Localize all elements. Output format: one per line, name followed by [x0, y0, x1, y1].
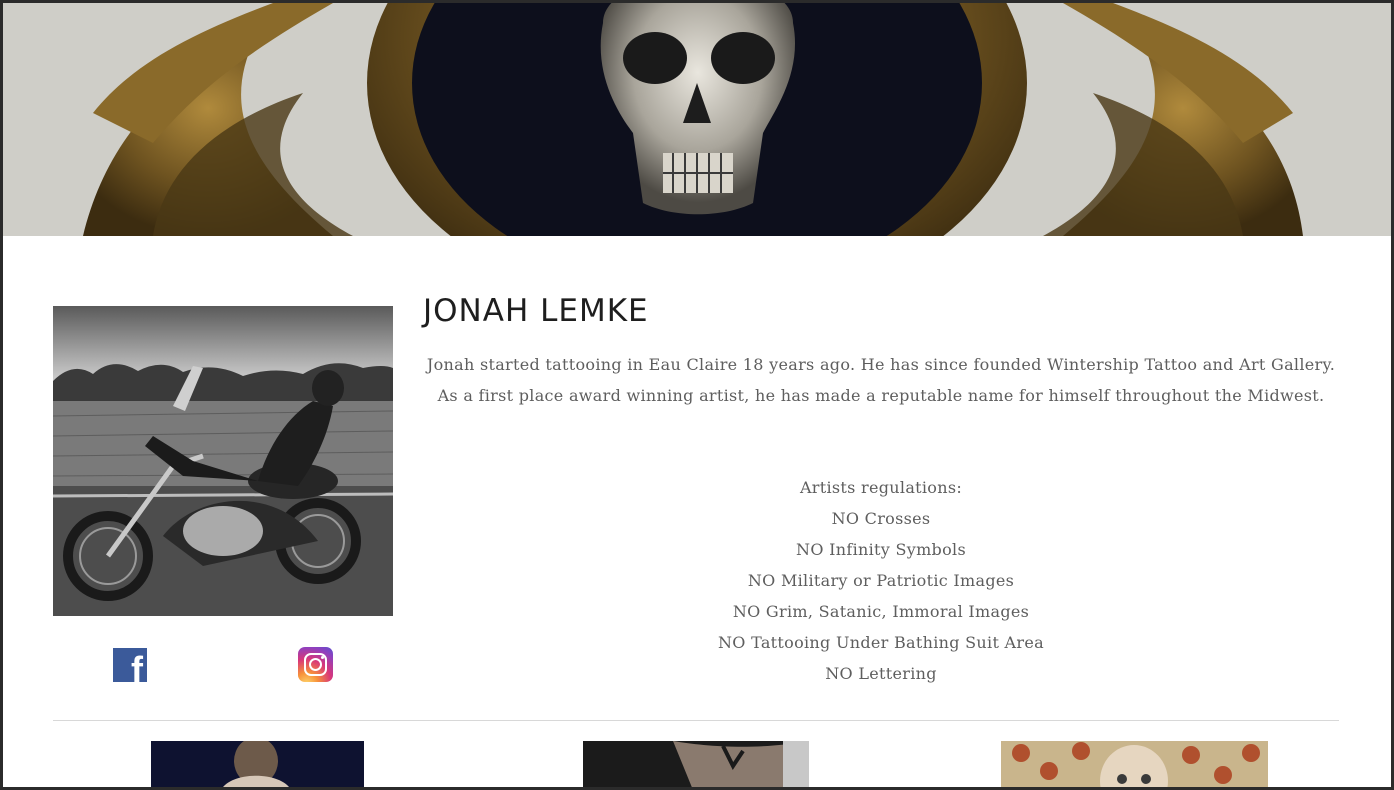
artist-name-heading: JONAH LEMKE	[423, 293, 649, 329]
thumbnail-art	[1001, 741, 1268, 790]
thumbnail-art	[151, 741, 364, 790]
portrait-motorcycle-art	[53, 306, 393, 616]
regulation-item: NO Military or Patriotic Images	[747, 571, 1015, 590]
artist-bio: Jonah started tattooing in Eau Claire 18…	[423, 349, 1339, 411]
instagram-icon[interactable]	[298, 647, 333, 682]
hero-banner-image	[3, 3, 1391, 236]
facebook-icon[interactable]: f	[113, 648, 147, 682]
thumbnail-art	[583, 741, 809, 790]
artist-regulations: Artists regulations: NO Crosses NO Infin…	[423, 472, 1339, 689]
regulations-heading: Artists regulations:	[799, 478, 963, 497]
hero-skull-frame-art	[3, 3, 1391, 236]
instagram-camera-flash	[321, 656, 324, 659]
section-divider	[53, 720, 1339, 721]
gallery-thumbnail[interactable]	[583, 741, 809, 790]
regulation-item: NO Lettering	[825, 664, 937, 683]
gallery-thumbnail[interactable]	[151, 741, 364, 790]
facebook-glyph: f	[131, 649, 143, 683]
bio-line: Jonah started tattooing in Eau Claire 18…	[426, 355, 1336, 374]
regulation-item: NO Tattooing Under Bathing Suit Area	[718, 633, 1044, 652]
regulation-item: NO Grim, Satanic, Immoral Images	[732, 602, 1030, 621]
gallery-thumbnail[interactable]	[1001, 741, 1268, 790]
bio-line: As a first place award winning artist, h…	[437, 386, 1325, 405]
instagram-camera-lens	[309, 658, 322, 671]
regulation-item: NO Crosses	[831, 509, 931, 528]
regulation-item: NO Infinity Symbols	[796, 540, 966, 559]
artist-portrait-photo	[53, 306, 393, 616]
